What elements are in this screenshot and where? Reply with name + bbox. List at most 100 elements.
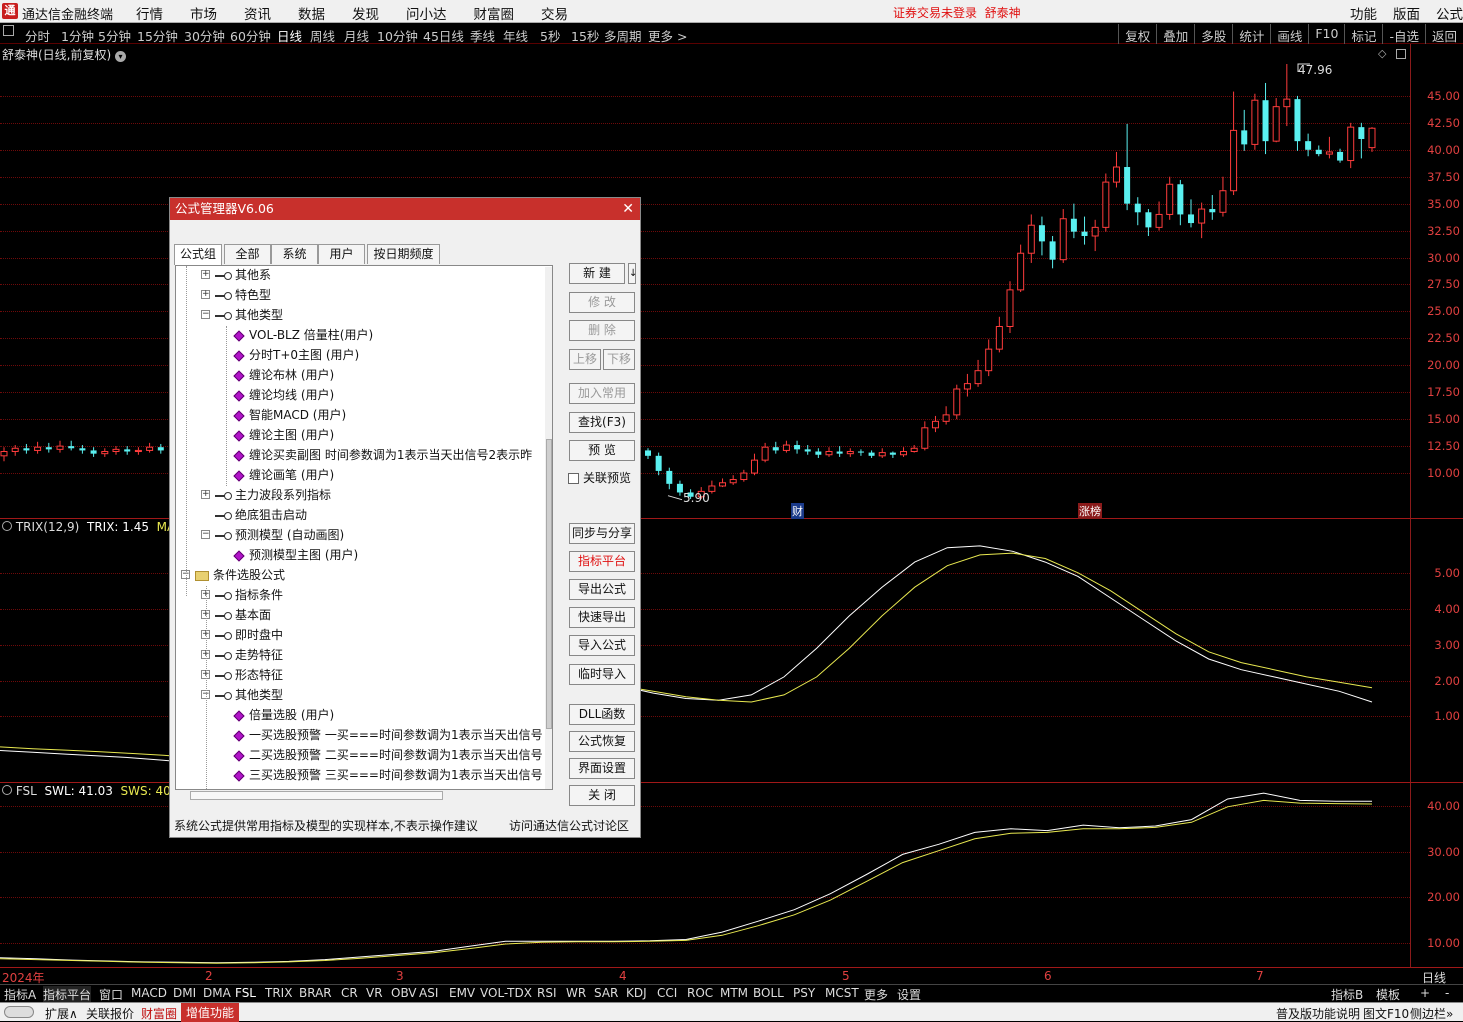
tab-by-date-frequency[interactable]: 按日期频度 [367, 244, 440, 264]
candle[interactable] [101, 451, 109, 455]
indicator-tab[interactable]: ROC [687, 986, 713, 1000]
candle[interactable] [1070, 218, 1077, 232]
tool-multi-stock[interactable]: 多股 [1194, 24, 1232, 44]
menu-item-layout[interactable]: 版面 [1393, 3, 1420, 23]
menu-item-wealth[interactable]: 财富圈 [474, 3, 515, 23]
expand-toggle-icon[interactable] [201, 510, 210, 519]
candle[interactable] [815, 451, 822, 455]
indicator-tab[interactable]: SAR [594, 986, 618, 1000]
candle[interactable] [1283, 98, 1291, 108]
login-status[interactable]: 证券交易未登录 舒泰神 [893, 4, 1021, 21]
candle[interactable] [1006, 289, 1014, 328]
menu-item-news[interactable]: 资讯 [244, 3, 271, 23]
move-down-button[interactable]: 下移 [603, 349, 635, 370]
period-tab[interactable]: 15秒 [571, 26, 599, 45]
period-tab[interactable]: 5秒 [540, 26, 560, 45]
candle[interactable] [846, 451, 854, 455]
candle[interactable] [1347, 126, 1355, 162]
period-tab[interactable]: 60分钟 [230, 26, 271, 45]
menu-item-quotes[interactable]: 行情 [136, 3, 163, 23]
candle[interactable] [124, 449, 131, 452]
tree-node[interactable]: 分时T+0主图 (用户) [221, 345, 359, 365]
candle[interactable] [921, 427, 929, 449]
period-tab[interactable]: 分时 [25, 26, 50, 45]
indicator-tab[interactable]: 设置 [897, 986, 921, 1003]
indicator-tab[interactable]: EMV [449, 986, 475, 1000]
indicator-tab[interactable]: DMA [203, 986, 231, 1000]
candle[interactable] [1112, 166, 1120, 183]
candle[interactable] [729, 479, 737, 484]
sidebar-toggle-icon[interactable] [3, 25, 14, 36]
indicator-tab[interactable]: KDJ [626, 986, 647, 1000]
candle[interactable] [761, 446, 769, 461]
expand-toggle-icon[interactable]: − [201, 530, 210, 539]
indicator-settings-icon[interactable] [2, 521, 12, 531]
preview-button[interactable]: 预 览 [569, 440, 635, 461]
candle[interactable] [910, 447, 918, 453]
indicator-tab-right[interactable]: 指标B [1331, 986, 1363, 1003]
tool-mark[interactable]: 标记 [1344, 24, 1382, 44]
candle[interactable] [1198, 208, 1206, 224]
tree-node[interactable]: − 其他类型 [201, 305, 283, 325]
period-tab[interactable]: 周线 [310, 26, 335, 45]
tree-node[interactable]: + 主力波段系列指标 [201, 485, 331, 505]
candle[interactable] [1305, 141, 1312, 150]
candle[interactable] [655, 455, 662, 471]
tree-node[interactable]: + 其他系 [201, 266, 271, 285]
checkbox-icon[interactable] [568, 473, 579, 484]
period-tab[interactable]: 15分钟 [137, 26, 178, 45]
indicator-tab[interactable]: VR [366, 986, 383, 1000]
tree-node[interactable]: 缠论主图 (用户) [221, 425, 334, 445]
indicator-tab[interactable]: CCI [657, 986, 677, 1000]
candle[interactable] [157, 447, 164, 451]
candle[interactable] [68, 446, 75, 449]
tree-node[interactable]: 一买选股预警 一买===时间参数调为1表示当天出信号 [221, 725, 543, 745]
candle[interactable] [1368, 127, 1376, 149]
candle[interactable] [953, 388, 961, 416]
candle[interactable] [134, 449, 142, 453]
candle[interactable] [740, 472, 748, 481]
candle[interactable] [750, 459, 758, 474]
candle[interactable] [719, 482, 727, 487]
tool-back[interactable]: 返回 [1424, 24, 1463, 44]
expand-toggle-icon[interactable]: + [201, 490, 210, 499]
event-tag-limit-up[interactable]: 涨榜 [1078, 503, 1102, 519]
candle[interactable] [1102, 181, 1110, 228]
menu-item-ask[interactable]: 问小达 [406, 3, 447, 23]
candle[interactable] [889, 452, 896, 455]
candle[interactable] [1315, 149, 1322, 155]
formula-restore-button[interactable]: 公式恢复 [569, 731, 635, 752]
tree-vertical-scrollbar[interactable] [545, 267, 552, 789]
formula-tree[interactable]: + 其他系 + 特色型 − 其他类型 VOL-BLZ 倍量柱(用户) 分时T+0主图 (用户)… [175, 265, 553, 790]
move-up-button[interactable]: 上移 [569, 349, 601, 370]
tree-node[interactable]: VOL-BLZ 倍量柱(用户) [221, 325, 373, 345]
add-favorite-button[interactable]: 加入常用 [569, 383, 635, 404]
candle[interactable] [868, 452, 875, 456]
candle[interactable] [79, 448, 86, 451]
ui-settings-button[interactable]: 界面设置 [569, 758, 635, 779]
period-tab[interactable]: 日线 [277, 26, 302, 45]
candle[interactable] [11, 447, 19, 453]
candle[interactable] [995, 326, 1003, 350]
candle[interactable] [666, 470, 673, 484]
new-dropdown-arrow-icon[interactable]: ↓ [628, 263, 637, 284]
indicator-tab[interactable]: TRIX [265, 986, 292, 1000]
indicator-tab[interactable]: OBV [391, 986, 417, 1000]
tool-overlay[interactable]: 叠加 [1156, 24, 1194, 44]
candle[interactable] [708, 485, 716, 492]
expand-toggle-icon[interactable]: + [201, 270, 210, 279]
expand-toggle-icon[interactable]: − [201, 310, 210, 319]
temp-import-button[interactable]: 临时导入 [569, 664, 635, 685]
find-button[interactable]: 查找(F3) [569, 412, 635, 433]
candle[interactable] [90, 450, 97, 454]
candle[interactable] [1188, 214, 1194, 224]
tree-node[interactable]: + 指标条件 [201, 585, 283, 605]
fsl-title[interactable]: FSL SWL: 41.03 SWS: 40.4 [2, 784, 182, 798]
tree-node[interactable]: + 基本面 [201, 605, 271, 625]
candle[interactable] [1177, 184, 1184, 215]
scrollbar-thumb[interactable] [546, 439, 552, 729]
tree-node[interactable]: 预测模型主图 (用户) [221, 545, 358, 565]
candle[interactable] [985, 348, 993, 372]
candle[interactable] [1038, 225, 1045, 242]
candle[interactable] [0, 451, 8, 457]
